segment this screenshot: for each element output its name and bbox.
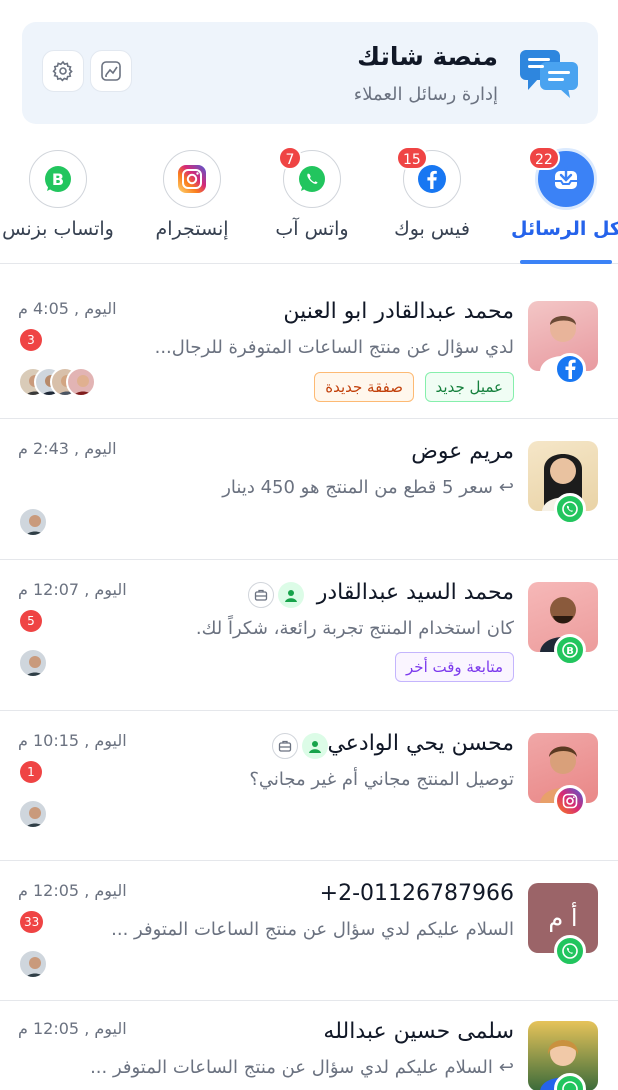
tab-label: كل الرسائل bbox=[510, 218, 618, 240]
message-time: اليوم , 4:05 م bbox=[18, 299, 117, 318]
avatar-initials: أ م bbox=[548, 904, 578, 932]
tab-instagram[interactable]: إنستجرام bbox=[132, 150, 252, 264]
facebook-icon bbox=[554, 353, 586, 385]
gear-icon bbox=[52, 60, 73, 82]
whatsapp-business-icon: B bbox=[45, 166, 71, 192]
message-preview: ↩سعر 5 قطع من المنتج هو 450 دينار bbox=[222, 477, 514, 498]
agent-avatar bbox=[18, 799, 48, 829]
tab-all-messages[interactable]: 22 كل الرسائل bbox=[506, 146, 618, 264]
message-time: اليوم , 10:15 م bbox=[18, 731, 127, 750]
agent-avatar bbox=[66, 367, 96, 397]
tab-badge: 15 bbox=[396, 146, 428, 170]
agent-avatar bbox=[18, 507, 48, 537]
preview-text: السلام عليكم لدي سؤال عن منتج الساعات ال… bbox=[90, 1057, 493, 1078]
tag-new-customer: عميل جديد bbox=[424, 372, 514, 402]
contact-person-icon bbox=[278, 582, 304, 608]
contact-name: محمد عبدالقادر ابو العنين bbox=[283, 299, 514, 324]
instagram-icon bbox=[554, 785, 586, 817]
agent-avatar bbox=[18, 648, 48, 678]
message-preview: ↩السلام عليكم لدي سؤال عن منتج الساعات ا… bbox=[90, 1057, 514, 1078]
contact-person-icon bbox=[302, 733, 328, 759]
header-card: منصة شاتك إدارة رسائل العملاء bbox=[22, 22, 598, 124]
tab-whatsapp[interactable]: 7 واتس آب bbox=[252, 146, 372, 264]
message-time: اليوم , 2:43 م bbox=[18, 439, 117, 458]
tab-icon-circle: B bbox=[29, 150, 87, 208]
message-preview: توصيل المنتج مجاني أم غير مجاني؟ bbox=[249, 769, 514, 790]
unread-badge: 5 bbox=[20, 610, 42, 632]
unread-badge: 3 bbox=[20, 329, 42, 351]
conversation-row[interactable]: سلمى حسين عبدالله ↩السلام عليكم لدي سؤال… bbox=[0, 1001, 618, 1090]
contact-name: مريم عوض bbox=[411, 439, 514, 464]
page-subtitle: إدارة رسائل العملاء bbox=[353, 84, 498, 105]
conversation-row[interactable]: أ م +2-01126787966 السلام عليكم لدي سؤال… bbox=[0, 861, 618, 1001]
tab-badge: 22 bbox=[528, 146, 560, 170]
active-tab-indicator bbox=[520, 260, 612, 264]
conversation-row[interactable]: مريم عوض ↩سعر 5 قطع من المنتج هو 450 دين… bbox=[0, 419, 618, 560]
tab-label: فيس بوك bbox=[394, 218, 470, 240]
conversation-row[interactable]: محسن يحي الوادعي توصيل المنتج مجاني أم غ… bbox=[0, 711, 618, 861]
contact-name: محمد السيد عبدالقادر bbox=[316, 580, 514, 605]
tab-facebook[interactable]: 15 فيس بوك bbox=[372, 146, 492, 264]
tab-label: واتس آب bbox=[275, 218, 349, 240]
chart-icon bbox=[101, 61, 121, 81]
tab-icon-circle bbox=[163, 150, 221, 208]
unread-badge: 33 bbox=[20, 911, 44, 933]
svg-text:B: B bbox=[566, 646, 574, 657]
inbox-icon bbox=[555, 166, 577, 189]
whatsapp-icon bbox=[299, 166, 325, 192]
whatsapp-business-icon: B bbox=[554, 634, 586, 666]
message-time: اليوم , 12:05 م bbox=[18, 881, 127, 900]
message-preview: كان استخدام المنتج تجربة رائعة، شكراً لك… bbox=[195, 618, 514, 639]
settings-button[interactable] bbox=[42, 50, 84, 92]
preview-text: سعر 5 قطع من المنتج هو 450 دينار bbox=[222, 477, 493, 498]
agent-avatar bbox=[18, 949, 48, 979]
channel-tabs: 22 كل الرسائل 15 فيس بوك 7 واتس آب إنستج… bbox=[0, 140, 618, 264]
conversation-row[interactable]: B محمد السيد عبدالقادر كان استخدام المنت… bbox=[0, 560, 618, 711]
whatsapp-icon bbox=[554, 493, 586, 525]
contact-name: +2-01126787966 bbox=[319, 881, 514, 906]
briefcase-icon bbox=[248, 582, 274, 608]
message-preview: السلام عليكم لدي سؤال عن منتج الساعات ال… bbox=[111, 919, 514, 940]
tab-label: واتساب بزنس bbox=[2, 218, 114, 240]
contact-name: محسن يحي الوادعي bbox=[327, 731, 514, 756]
message-time: اليوم , 12:07 م bbox=[18, 580, 127, 599]
reply-icon: ↩ bbox=[498, 1057, 514, 1078]
tab-badge: 7 bbox=[278, 146, 302, 170]
message-time: اليوم , 12:05 م bbox=[18, 1019, 127, 1038]
chat-bubbles-icon bbox=[520, 50, 578, 98]
whatsapp-icon bbox=[554, 935, 586, 967]
contact-name: سلمى حسين عبدالله bbox=[323, 1019, 514, 1044]
reply-icon: ↩ bbox=[498, 477, 514, 498]
conversation-row[interactable]: محمد عبدالقادر ابو العنين لدي سؤال عن من… bbox=[0, 265, 618, 419]
page-title: منصة شاتك bbox=[357, 42, 498, 71]
briefcase-icon bbox=[272, 733, 298, 759]
stats-button[interactable] bbox=[90, 50, 132, 92]
tab-whatsapp-business[interactable]: B واتساب بزنس bbox=[0, 150, 118, 264]
tab-label: إنستجرام bbox=[155, 218, 229, 240]
unread-badge: 1 bbox=[20, 761, 42, 783]
svg-text:B: B bbox=[52, 170, 64, 189]
tag-follow-up: متابعة وقت أخر bbox=[395, 652, 514, 682]
tag-new-deal: صفقة جديدة bbox=[314, 372, 414, 402]
message-preview: لدي سؤال عن منتج الساعات المتوفرة للرجال… bbox=[154, 337, 514, 358]
instagram-icon bbox=[178, 165, 206, 193]
